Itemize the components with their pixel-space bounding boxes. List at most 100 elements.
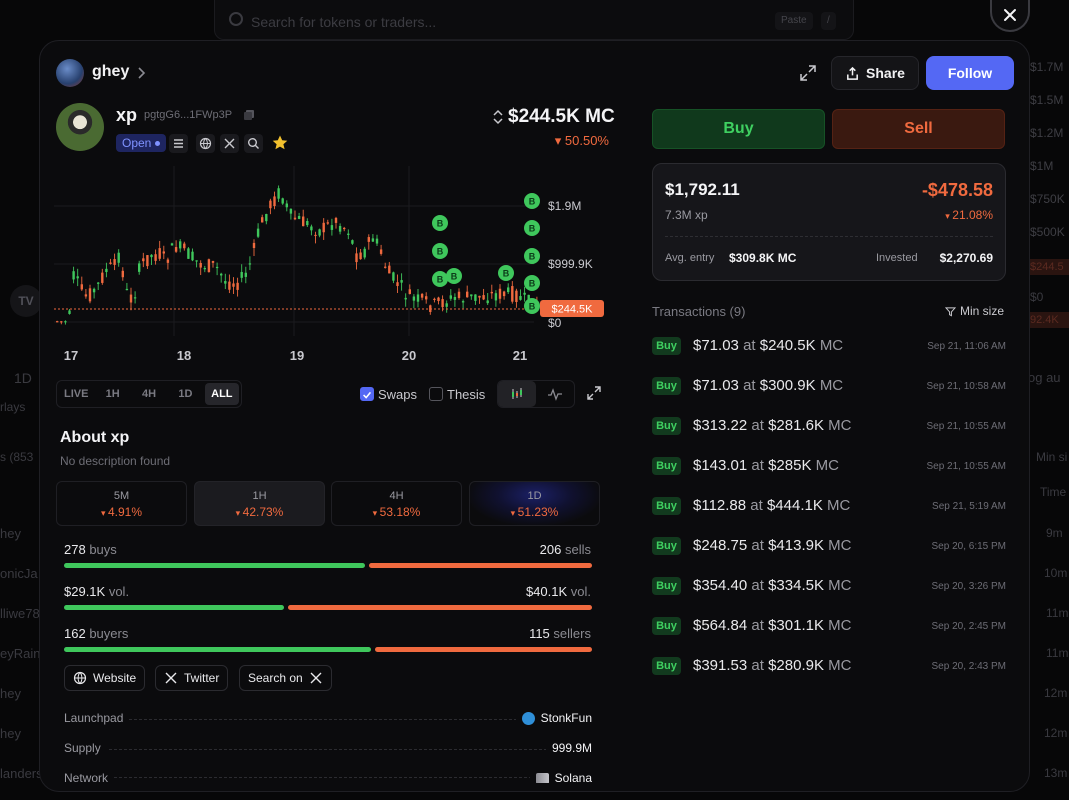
- chevron-right-icon[interactable]: [136, 67, 146, 79]
- timeframe-1h[interactable]: 1H: [95, 383, 129, 405]
- website-link-label: Website: [93, 671, 137, 685]
- star-icon[interactable]: [271, 134, 289, 152]
- candle-body: [474, 294, 477, 301]
- user-name[interactable]: ghey: [92, 63, 129, 81]
- candle-body: [302, 216, 305, 227]
- copy-icon[interactable]: [243, 109, 255, 121]
- thesis-checkbox[interactable]: [429, 387, 443, 401]
- background-min-size: Min si: [1036, 450, 1068, 464]
- background-time: 12m: [1044, 686, 1068, 700]
- period-label: 1H: [252, 490, 267, 502]
- transaction-row[interactable]: Buy $71.03 at $240.5K MC Sep 21, 11:06 AM: [652, 336, 1006, 356]
- transaction-mc-label: MC: [827, 497, 851, 514]
- globe-icon: [73, 671, 87, 685]
- transaction-mc-label: MC: [815, 457, 839, 474]
- period-1h[interactable]: 1H 42.73%: [194, 481, 325, 526]
- about-title: About xp: [60, 429, 130, 446]
- globe-icon: [199, 137, 212, 150]
- website-link[interactable]: Website: [64, 665, 146, 691]
- transaction-type-badge: Buy: [652, 537, 681, 555]
- timeframe-4h[interactable]: 4H: [132, 383, 166, 405]
- thesis-label[interactable]: Thesis: [447, 387, 485, 402]
- candle-body: [191, 251, 194, 261]
- fullscreen-icon[interactable]: [586, 385, 602, 401]
- background-axis-label: $750K: [1030, 192, 1065, 206]
- transaction-row[interactable]: Buy $71.03 at $300.9K MC Sep 21, 10:58 AM: [652, 376, 1006, 396]
- candle-body: [322, 222, 325, 233]
- transaction-row[interactable]: Buy $564.84 at $301.1K MC Sep 20, 2:45 PM: [652, 616, 1006, 636]
- invested-label: Invested: [876, 252, 918, 264]
- user-avatar[interactable]: [56, 59, 84, 87]
- magnifier-icon: [248, 138, 259, 149]
- transaction-row[interactable]: Buy $248.75 at $413.9K MC Sep 20, 6:15 PM: [652, 536, 1006, 556]
- period-value: 51.23%: [470, 505, 599, 519]
- background-time: 13m: [1044, 766, 1068, 780]
- timeframe-live[interactable]: LIVE: [59, 383, 93, 405]
- transaction-row[interactable]: Buy $112.88 at $444.1K MC Sep 21, 5:19 AM: [652, 496, 1006, 516]
- transaction-amount: $71.03: [693, 377, 739, 394]
- swaps-label[interactable]: Swaps: [378, 387, 417, 402]
- list-icon-button[interactable]: [169, 134, 188, 153]
- status-badge: Open: [116, 134, 167, 152]
- line-chart-button[interactable]: [536, 381, 574, 407]
- twitter-link[interactable]: Twitter: [155, 665, 229, 691]
- price-chart[interactable]: BBB B BBBBBB$1.9M$999.9K$0$244.5K17 18 19 20 2…: [54, 166, 614, 376]
- transaction-summary: $143.01 at $285K MC: [693, 457, 839, 474]
- sellers-label: sellers: [553, 626, 591, 641]
- period-1d[interactable]: 1D 51.23%: [469, 481, 600, 526]
- min-size-filter[interactable]: Min size: [945, 304, 1004, 318]
- follow-button[interactable]: Follow: [926, 56, 1014, 90]
- candle-body: [133, 297, 137, 299]
- candles-button[interactable]: [498, 381, 536, 407]
- swaps-checkbox[interactable]: [360, 387, 374, 401]
- timeframe-all[interactable]: ALL: [204, 383, 240, 405]
- period-5m[interactable]: 5M 4.91%: [56, 481, 187, 526]
- candle-body: [375, 238, 379, 244]
- candle-body: [453, 296, 457, 300]
- expand-icon[interactable]: [798, 63, 818, 83]
- transaction-row[interactable]: Buy $313.22 at $281.6K MC Sep 21, 10:55 AM: [652, 416, 1006, 436]
- sell-button[interactable]: Sell: [832, 109, 1005, 149]
- candle-body: [154, 254, 157, 261]
- sort-icon[interactable]: [492, 109, 504, 125]
- launchpad-value[interactable]: StonkFun: [515, 711, 592, 725]
- search-icon-button[interactable]: [244, 134, 263, 153]
- transaction-row[interactable]: Buy $143.01 at $285K MC Sep 21, 10:55 AM: [652, 456, 1006, 476]
- transaction-mc: $413.9K: [768, 537, 824, 554]
- transaction-at: at: [751, 457, 764, 474]
- market-cap-value: $244.5K MC: [508, 106, 615, 127]
- avg-entry-label: Avg. entry: [665, 252, 715, 264]
- transaction-time: Sep 21, 5:19 AM: [932, 501, 1006, 512]
- period-4h[interactable]: 4H 53.18%: [331, 481, 462, 526]
- background-overlays: rlays: [0, 400, 26, 414]
- candle-body: [92, 288, 96, 293]
- share-button[interactable]: Share: [831, 56, 919, 90]
- candle-body: [293, 217, 297, 220]
- transaction-row[interactable]: Buy $391.53 at $280.9K MC Sep 20, 2:43 PM: [652, 656, 1006, 676]
- transaction-row[interactable]: Buy $354.40 at $334.5K MC Sep 20, 3:26 PM: [652, 576, 1006, 596]
- background-1d: 1D: [14, 370, 32, 386]
- transaction-time: Sep 20, 2:43 PM: [931, 661, 1007, 672]
- website-icon-button[interactable]: [196, 134, 215, 153]
- transaction-mc: $444.1K: [766, 497, 823, 514]
- candle-body: [174, 247, 178, 252]
- token-address[interactable]: pgtgG6...1FWp3P: [144, 109, 232, 121]
- candle-body: [220, 273, 223, 276]
- candle-body: [371, 238, 375, 242]
- background-trader: lliwe78: [0, 606, 40, 621]
- candle-body: [215, 266, 219, 269]
- timeframe-1d[interactable]: 1D: [168, 383, 202, 405]
- x-logo-icon: [165, 672, 177, 684]
- x-icon-button[interactable]: [220, 134, 239, 153]
- background-slash-key: /: [821, 12, 836, 30]
- transaction-mc: $285K: [768, 457, 812, 474]
- candle-body: [420, 293, 424, 298]
- candle-body: [318, 229, 321, 236]
- search-on-x-link[interactable]: Search on: [239, 665, 332, 691]
- close-icon: [1004, 9, 1016, 21]
- candle-body: [416, 294, 420, 302]
- buy-button[interactable]: Buy: [652, 109, 825, 149]
- line-chart-icon: [548, 388, 562, 401]
- y-axis-label: $0: [548, 316, 562, 330]
- network-value: Solana: [529, 771, 592, 783]
